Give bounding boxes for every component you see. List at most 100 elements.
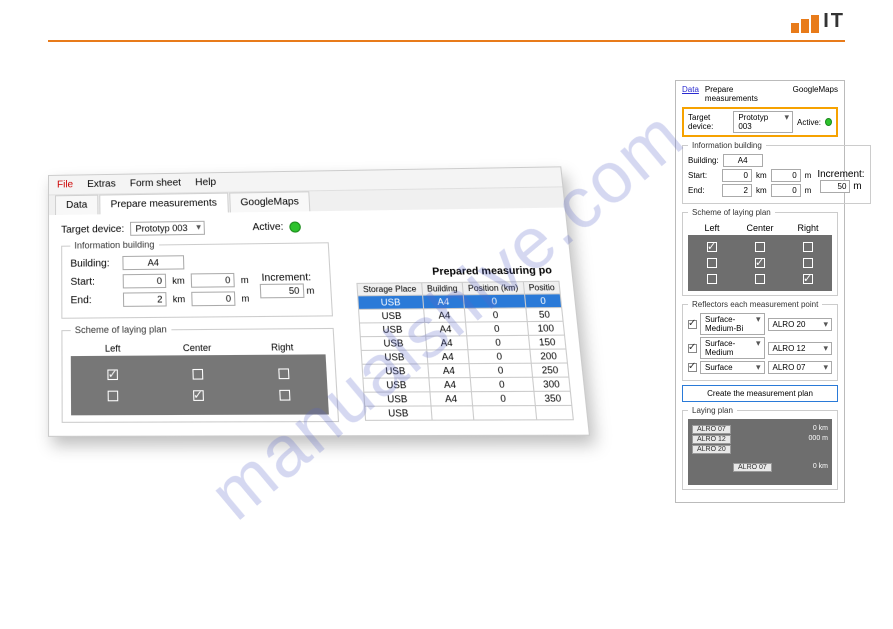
scheme-grid bbox=[71, 354, 329, 415]
menu-help[interactable]: Help bbox=[195, 177, 216, 188]
building-label: Building: bbox=[70, 258, 116, 270]
target-dropdown[interactable]: Prototyp 003 bbox=[130, 221, 205, 236]
table-row[interactable]: USBA40200 bbox=[361, 349, 567, 364]
col-left: Left bbox=[71, 341, 155, 356]
end-m-input[interactable]: 0 bbox=[191, 291, 235, 306]
brand-logo: IT bbox=[791, 10, 845, 33]
active-label-r: Active: bbox=[797, 118, 821, 127]
active-led-icon-r bbox=[825, 118, 832, 126]
col-right: Right bbox=[239, 340, 325, 355]
reflector-checkbox[interactable] bbox=[688, 344, 697, 353]
end-km-input[interactable]: 2 bbox=[123, 292, 167, 307]
scheme-cb[interactable] bbox=[803, 258, 813, 268]
scheme-cb[interactable] bbox=[755, 274, 765, 284]
target-dropdown-r[interactable]: Prototyp 003 bbox=[733, 111, 793, 133]
prepared-table: Storage Place Building Position (km) Pos… bbox=[356, 281, 574, 421]
scheme-cb[interactable] bbox=[279, 390, 290, 401]
alro-dropdown[interactable]: ALRO 20 bbox=[768, 318, 833, 331]
scheme-cb[interactable] bbox=[803, 274, 813, 284]
table-row[interactable]: USBA40150 bbox=[360, 335, 566, 350]
start-m-input[interactable]: 0 bbox=[191, 273, 235, 288]
info-building-legend: Information building bbox=[70, 239, 158, 250]
scheme-cb[interactable] bbox=[707, 274, 717, 284]
tab-prepare-r[interactable]: Prepare measurements bbox=[705, 85, 787, 103]
target-label-r: Target device: bbox=[688, 113, 729, 131]
scheme-cb[interactable] bbox=[278, 368, 289, 379]
scheme-cb[interactable] bbox=[108, 369, 119, 380]
target-highlight: Target device: Prototyp 003 Active: bbox=[682, 107, 838, 137]
alro-dropdown[interactable]: ALRO 07 bbox=[768, 361, 833, 374]
menu-form[interactable]: Form sheet bbox=[130, 178, 181, 190]
scheme-cb[interactable] bbox=[803, 242, 813, 252]
alro-dropdown[interactable]: ALRO 12 bbox=[768, 342, 833, 355]
menu-file[interactable]: File bbox=[57, 179, 73, 190]
m-unit: m bbox=[241, 275, 249, 285]
lay-tag: ALRO 20 bbox=[692, 445, 731, 454]
create-plan-button[interactable]: Create the measurement plan bbox=[682, 385, 838, 402]
scheme-cb[interactable] bbox=[193, 390, 204, 401]
info-building-group-r: Information building Building: A4 Start:… bbox=[682, 141, 871, 204]
surface-dropdown[interactable]: Surface-Medium bbox=[700, 337, 765, 359]
tab-prepare[interactable]: Prepare measurements bbox=[99, 193, 228, 215]
incr-input[interactable]: 50 bbox=[259, 283, 304, 298]
scheme-cb[interactable] bbox=[192, 369, 203, 380]
app-window-left: File Extras Form sheet Help Data Prepare… bbox=[48, 166, 590, 437]
table-row[interactable]: USBA40300 bbox=[363, 377, 570, 392]
scheme-cb[interactable] bbox=[108, 391, 119, 402]
scheme-cb[interactable] bbox=[755, 258, 765, 268]
logo-text: IT bbox=[823, 10, 845, 33]
reflector-checkbox[interactable] bbox=[688, 320, 697, 329]
table-title: Prepared measuring po bbox=[355, 265, 559, 279]
building-input[interactable]: A4 bbox=[122, 255, 184, 270]
header-rule bbox=[48, 40, 845, 42]
col-storage: Storage Place bbox=[357, 283, 423, 296]
incr-label: Increment: bbox=[259, 272, 314, 284]
scheme-grid-r bbox=[688, 235, 832, 291]
scheme-group: Scheme of laying plan Left Center Right bbox=[61, 323, 339, 423]
surface-dropdown[interactable]: Surface bbox=[700, 361, 765, 374]
panel-right: Data Prepare measurements GoogleMaps Tar… bbox=[675, 80, 845, 503]
target-label: Target device: bbox=[61, 223, 124, 235]
table-row[interactable]: USB bbox=[365, 405, 574, 420]
prepared-table-wrap: Prepared measuring po Storage Place Buil… bbox=[355, 265, 573, 421]
end-m-r[interactable]: 0 bbox=[771, 184, 801, 197]
reflector-checkbox[interactable] bbox=[688, 363, 697, 372]
menu-extras[interactable]: Extras bbox=[87, 179, 116, 190]
start-m-r[interactable]: 0 bbox=[771, 169, 801, 182]
scheme-group-r: Scheme of laying plan Left Center Right bbox=[682, 208, 838, 296]
start-km-r[interactable]: 0 bbox=[722, 169, 752, 182]
col-building: Building bbox=[422, 282, 463, 295]
lay-tag: ALRO 07 bbox=[692, 425, 731, 434]
scheme-legend: Scheme of laying plan bbox=[71, 324, 171, 335]
info-building-group: Information building Building: A4 Start:… bbox=[61, 237, 333, 319]
km-unit: km bbox=[172, 276, 185, 286]
table-row[interactable]: USBA40350 bbox=[364, 391, 572, 406]
tab-data-r[interactable]: Data bbox=[682, 85, 699, 103]
table-row[interactable]: USBA40250 bbox=[362, 363, 569, 378]
col-center: Center bbox=[155, 340, 240, 355]
building-input-r[interactable]: A4 bbox=[723, 154, 763, 167]
active-led-icon bbox=[289, 221, 301, 232]
col-pos-m: Positio bbox=[523, 281, 560, 294]
scheme-cb[interactable] bbox=[707, 258, 717, 268]
incr-input-r[interactable]: 50 bbox=[820, 180, 850, 193]
laying-plan-group: Laying plan ALRO 070 km ALRO 12000 m ALR… bbox=[682, 406, 838, 490]
start-label: Start: bbox=[70, 276, 116, 288]
reflector-row: Surface-MediumALRO 12 bbox=[688, 337, 832, 359]
start-km-input[interactable]: 0 bbox=[123, 274, 167, 289]
col-pos-km: Position (km) bbox=[462, 282, 525, 295]
tab-gmaps-r[interactable]: GoogleMaps bbox=[793, 85, 838, 103]
lay-tag: ALRO 12 bbox=[692, 435, 731, 444]
tab-gmaps[interactable]: GoogleMaps bbox=[229, 191, 311, 212]
reflector-row: SurfaceALRO 07 bbox=[688, 361, 832, 374]
reflector-row: Surface-Medium-BiALRO 20 bbox=[688, 313, 832, 335]
surface-dropdown[interactable]: Surface-Medium-Bi bbox=[700, 313, 765, 335]
end-km-r[interactable]: 2 bbox=[722, 184, 752, 197]
tab-data[interactable]: Data bbox=[55, 195, 99, 215]
active-label: Active: bbox=[252, 221, 284, 232]
lay-tag: ALRO 07 bbox=[733, 463, 772, 472]
reflectors-group: Reflectors each measurement point Surfac… bbox=[682, 300, 838, 381]
scheme-cb[interactable] bbox=[707, 242, 717, 252]
end-label: End: bbox=[71, 294, 117, 306]
scheme-cb[interactable] bbox=[755, 242, 765, 252]
